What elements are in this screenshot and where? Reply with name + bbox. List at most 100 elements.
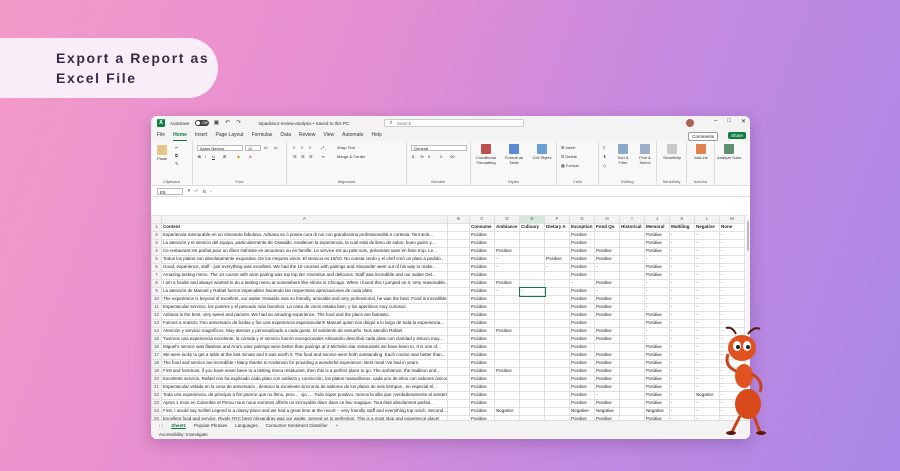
tab-automate[interactable]: Automate xyxy=(342,130,363,141)
cell[interactable]: - xyxy=(644,327,670,336)
cell[interactable] xyxy=(619,231,645,240)
cell[interactable]: - xyxy=(694,263,720,272)
cell[interactable]: La atención de Manuel y Rafael fueron im… xyxy=(161,287,448,296)
underline-button[interactable]: U xyxy=(212,154,215,159)
cell[interactable] xyxy=(619,359,645,368)
cell[interactable]: Positive xyxy=(469,303,495,312)
cell[interactable] xyxy=(494,271,520,280)
cell[interactable]: Positive xyxy=(569,351,595,360)
cell[interactable]: Positive xyxy=(644,359,670,368)
cell[interactable] xyxy=(619,271,645,280)
cell[interactable] xyxy=(447,399,470,408)
autosum-icon[interactable]: Σ xyxy=(603,145,605,150)
cell[interactable]: Apres 1 mois en Colombie et Perou nous n… xyxy=(161,399,448,408)
cell[interactable] xyxy=(594,271,620,280)
cell[interactable] xyxy=(544,407,570,416)
cell[interactable]: Positive xyxy=(594,367,620,376)
cell[interactable]: Positive xyxy=(469,391,495,400)
cell[interactable]: - xyxy=(669,279,695,288)
column-header-h[interactable]: H xyxy=(594,215,620,224)
cell[interactable] xyxy=(544,271,570,280)
cell[interactable]: Positive xyxy=(594,311,620,320)
cell[interactable] xyxy=(544,383,570,392)
row-number[interactable]: 8 xyxy=(151,279,162,288)
cell[interactable]: - xyxy=(694,279,720,288)
cell[interactable]: Positive xyxy=(644,343,670,352)
cell[interactable]: Positive xyxy=(569,311,595,320)
cell[interactable] xyxy=(447,367,470,376)
cell[interactable]: Positive xyxy=(569,295,595,304)
font-name-select[interactable]: Aptos Narrow xyxy=(197,145,243,151)
align-left-icon[interactable]: ☰ xyxy=(293,154,297,159)
cell[interactable] xyxy=(447,383,470,392)
cell[interactable] xyxy=(519,327,545,336)
cell[interactable]: - xyxy=(669,303,695,312)
column-title[interactable] xyxy=(447,223,470,232)
format-as-table-button[interactable]: Format as Table xyxy=(501,144,527,165)
cell[interactable]: Positive xyxy=(569,303,595,312)
cell[interactable]: Positive xyxy=(469,367,495,376)
cell[interactable]: Positive xyxy=(469,407,495,416)
cell[interactable]: Negative xyxy=(594,407,620,416)
cell[interactable] xyxy=(447,295,470,304)
undo-icon[interactable]: ↶ xyxy=(225,120,231,126)
sheet-tab-sheet1[interactable]: Sheet1 xyxy=(171,423,187,429)
row-number[interactable]: 19 xyxy=(151,367,162,376)
align-right-icon[interactable]: ☰ xyxy=(309,154,313,159)
cell[interactable] xyxy=(619,343,645,352)
cell[interactable]: - xyxy=(669,399,695,408)
cell[interactable]: Positive xyxy=(469,351,495,360)
find-select-button[interactable]: Find & Select xyxy=(635,144,655,165)
tab-insert[interactable]: Insert xyxy=(195,130,208,141)
cell[interactable] xyxy=(494,351,520,360)
cell[interactable]: - xyxy=(669,327,695,336)
column-title[interactable]: Exception xyxy=(569,223,595,232)
cell[interactable]: Positive xyxy=(569,263,595,272)
cell[interactable]: - xyxy=(669,255,695,264)
font-color-icon[interactable]: A xyxy=(249,154,252,159)
cell[interactable] xyxy=(447,391,470,400)
cell[interactable] xyxy=(447,407,470,416)
row-number[interactable]: 14 xyxy=(151,327,162,336)
cell[interactable]: We were lucky to get a table at the last… xyxy=(161,351,448,360)
sheet-nav-icon[interactable]: ‹ › xyxy=(159,423,163,428)
cell[interactable] xyxy=(519,335,545,344)
cell[interactable] xyxy=(519,407,545,416)
cell[interactable]: - xyxy=(694,247,720,256)
cell[interactable] xyxy=(519,375,545,384)
tab-page-layout[interactable]: Page Layout xyxy=(215,130,243,141)
row-number[interactable]: 16 xyxy=(151,343,162,352)
cell[interactable] xyxy=(519,351,545,360)
bold-button[interactable]: B xyxy=(198,154,201,159)
cell[interactable]: - xyxy=(694,295,720,304)
delete-cells-button[interactable]: ⊟ Delete xyxy=(561,154,577,159)
cell[interactable] xyxy=(619,239,645,248)
cell[interactable] xyxy=(619,335,645,344)
cell[interactable] xyxy=(494,399,520,408)
indent-icon[interactable]: ⇥ xyxy=(321,154,324,159)
row-number[interactable]: 5 xyxy=(151,255,162,264)
cell[interactable]: Positive xyxy=(644,391,670,400)
cell[interactable] xyxy=(619,383,645,392)
cell[interactable]: Positive xyxy=(569,255,595,264)
cell[interactable] xyxy=(447,255,470,264)
cell[interactable]: - xyxy=(594,263,620,272)
cell[interactable] xyxy=(619,351,645,360)
cell[interactable] xyxy=(594,343,620,352)
sensitivity-button[interactable]: Sensitivity xyxy=(659,144,685,160)
cell[interactable] xyxy=(494,319,520,328)
cell[interactable] xyxy=(544,311,570,320)
column-title[interactable]: Historical xyxy=(619,223,645,232)
row-number[interactable]: 13 xyxy=(151,319,162,328)
cell[interactable] xyxy=(447,263,470,272)
column-header-c[interactable]: C xyxy=(469,215,495,224)
formula-input[interactable]: - xyxy=(210,189,212,194)
cell[interactable]: Positive xyxy=(469,375,495,384)
cell[interactable]: - xyxy=(669,231,695,240)
column-title[interactable]: Memoral xyxy=(644,223,670,232)
cell[interactable]: Positive xyxy=(594,399,620,408)
tab-view[interactable]: View xyxy=(323,130,334,141)
cell[interactable]: Positive xyxy=(594,383,620,392)
analyze-data-button[interactable]: Analyze Data xyxy=(717,144,741,160)
orientation-icon[interactable]: ⤢ xyxy=(321,145,324,150)
